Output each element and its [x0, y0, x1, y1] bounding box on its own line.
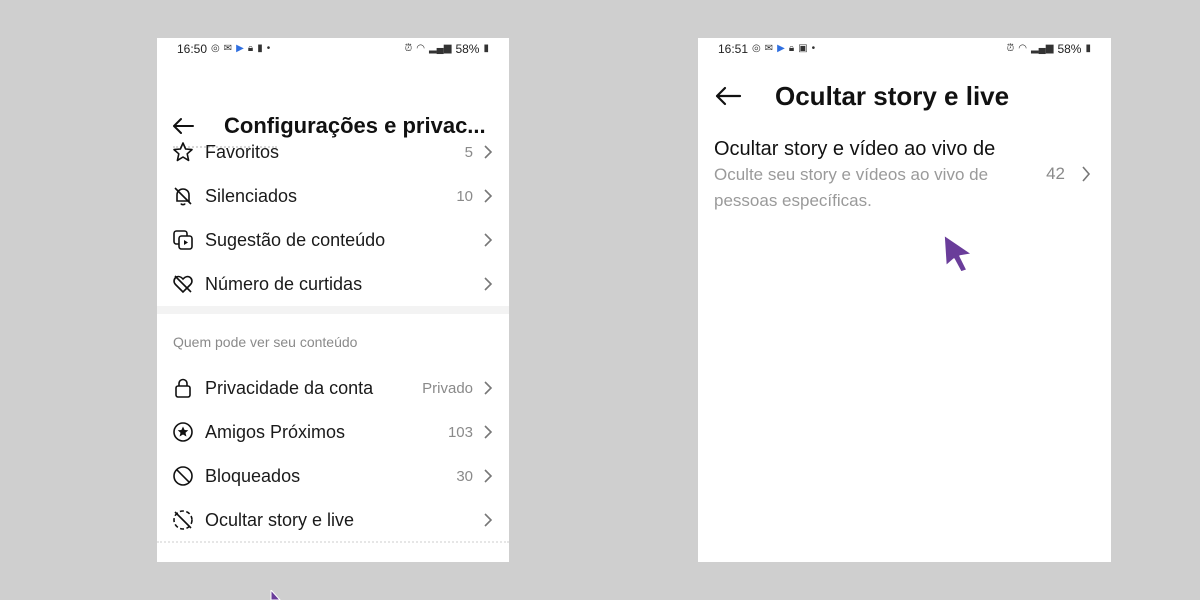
hide-story-screen-right: 16:51 ◎ ✉ ▶ 🔒︎ ▣ • ⏰︎ ◠ ▂▄▆ 58% ▮ Oculta… — [698, 38, 1111, 562]
play-icon: ▶ — [777, 43, 785, 54]
settings-item-ocultar-story-e-live[interactable]: Ocultar story e live — [157, 498, 509, 542]
chevron-right-icon — [484, 381, 493, 395]
chevron-right-icon — [484, 233, 493, 247]
back-arrow-icon[interactable] — [714, 78, 742, 114]
pointer-cursor-icon — [270, 590, 281, 600]
chevron-right-icon — [484, 277, 493, 291]
status-time: 16:51 — [718, 42, 749, 56]
row-description: Oculte seu story e vídeos ao vivo de pes… — [714, 165, 989, 210]
item-label: Favoritos — [205, 141, 280, 162]
settings-item-numero-de-curtidas[interactable]: Número de curtidas — [157, 262, 509, 306]
lock-icon — [175, 378, 191, 398]
item-count: 103 — [447, 423, 473, 441]
eye-icon: ◎ — [211, 43, 220, 54]
section-header: Quem pode ver seu conteúdo — [173, 334, 358, 350]
chevron-right-icon — [484, 425, 493, 439]
settings-screen-left: 16:50 ◎ ✉ ▶ 🔒︎ ▮ • ⏰︎ ◠ ▂▄▆ 58% ▮ Config… — [157, 38, 509, 562]
image-icon: ▣ — [798, 43, 808, 54]
alarm-icon: ⏰︎ — [404, 43, 413, 54]
mail-icon: ✉ — [764, 43, 774, 54]
item-label: Sugestão de conteúdo — [205, 229, 386, 250]
dot-icon: • — [266, 43, 271, 54]
item-count: 30 — [456, 467, 473, 485]
play-icon: ▶ — [236, 43, 244, 54]
chevron-right-icon — [484, 513, 493, 527]
dot-icon: • — [811, 43, 816, 54]
item-label: Privacidade da conta — [205, 377, 374, 398]
section-divider — [157, 306, 509, 314]
item-label: Bloqueados — [205, 465, 301, 486]
heart-off-icon — [173, 275, 193, 294]
wifi-icon: ◠ — [416, 43, 425, 54]
status-bar: 16:50 ◎ ✉ ▶ 🔒︎ ▮ • ⏰︎ ◠ ▂▄▆ 58% ▮ — [157, 38, 509, 60]
media-suggestion-icon — [173, 230, 193, 250]
chevron-right-icon — [484, 145, 493, 159]
block-icon — [173, 466, 193, 486]
wifi-icon: ◠ — [1018, 43, 1027, 54]
hidden-count: 42 — [1046, 164, 1065, 183]
settings-item-amigos-proximos[interactable]: Amigos Próximos 103 — [157, 410, 509, 454]
status-time: 16:50 — [177, 42, 208, 56]
item-label: Amigos Próximos — [205, 421, 346, 442]
top-bar: Ocultar story e live — [698, 78, 1111, 114]
eye-icon: ◎ — [752, 43, 761, 54]
battery-level: 58% — [455, 42, 480, 56]
settings-item-bloqueados[interactable]: Bloqueados 30 — [157, 454, 509, 498]
mail-icon: ✉ — [223, 43, 233, 54]
item-value: Privado — [422, 379, 473, 397]
lock-status-icon: 🔒︎ — [247, 43, 254, 54]
settings-item-silenciados[interactable]: Silenciados 10 — [157, 174, 509, 218]
settings-item-favoritos[interactable]: Favoritos 5 — [157, 130, 509, 174]
item-label: Número de curtidas — [205, 273, 363, 294]
item-count: 5 — [464, 143, 473, 161]
row-title: Ocultar story e vídeo ao vivo de — [714, 138, 996, 160]
bell-off-icon — [174, 187, 192, 206]
star-circle-icon — [173, 422, 193, 442]
alarm-icon: ⏰︎ — [1006, 43, 1015, 54]
item-label: Ocultar story e live — [205, 509, 355, 530]
section-divider — [157, 541, 509, 551]
chevron-right-icon — [484, 189, 493, 203]
chevron-right-icon — [484, 469, 493, 483]
page-title: Ocultar story e live — [775, 81, 1010, 111]
story-off-icon — [173, 510, 193, 530]
settings-item-privacidade-da-conta[interactable]: Privacidade da conta Privado — [157, 366, 509, 410]
signal-icon: ▂▄▆ — [1030, 43, 1054, 54]
hide-story-from-row[interactable]: Ocultar story e vídeo ao vivo de Oculte … — [698, 136, 1111, 216]
sd-card-icon: ▮ — [257, 43, 263, 54]
status-bar: 16:51 ◎ ✉ ▶ 🔒︎ ▣ • ⏰︎ ◠ ▂▄▆ 58% ▮ — [698, 38, 1111, 60]
star-icon — [173, 142, 193, 162]
battery-icon: ▮ — [1085, 43, 1091, 54]
item-label: Silenciados — [205, 185, 298, 206]
chevron-right-icon — [1082, 166, 1091, 182]
settings-item-sugestao-de-conteudo[interactable]: Sugestão de conteúdo — [157, 218, 509, 262]
pointer-cursor-icon — [943, 234, 973, 273]
battery-icon: ▮ — [483, 43, 489, 54]
battery-level: 58% — [1057, 42, 1082, 56]
item-count: 10 — [456, 187, 473, 205]
signal-icon: ▂▄▆ — [428, 43, 452, 54]
lock-status-icon: 🔒︎ — [788, 43, 795, 54]
